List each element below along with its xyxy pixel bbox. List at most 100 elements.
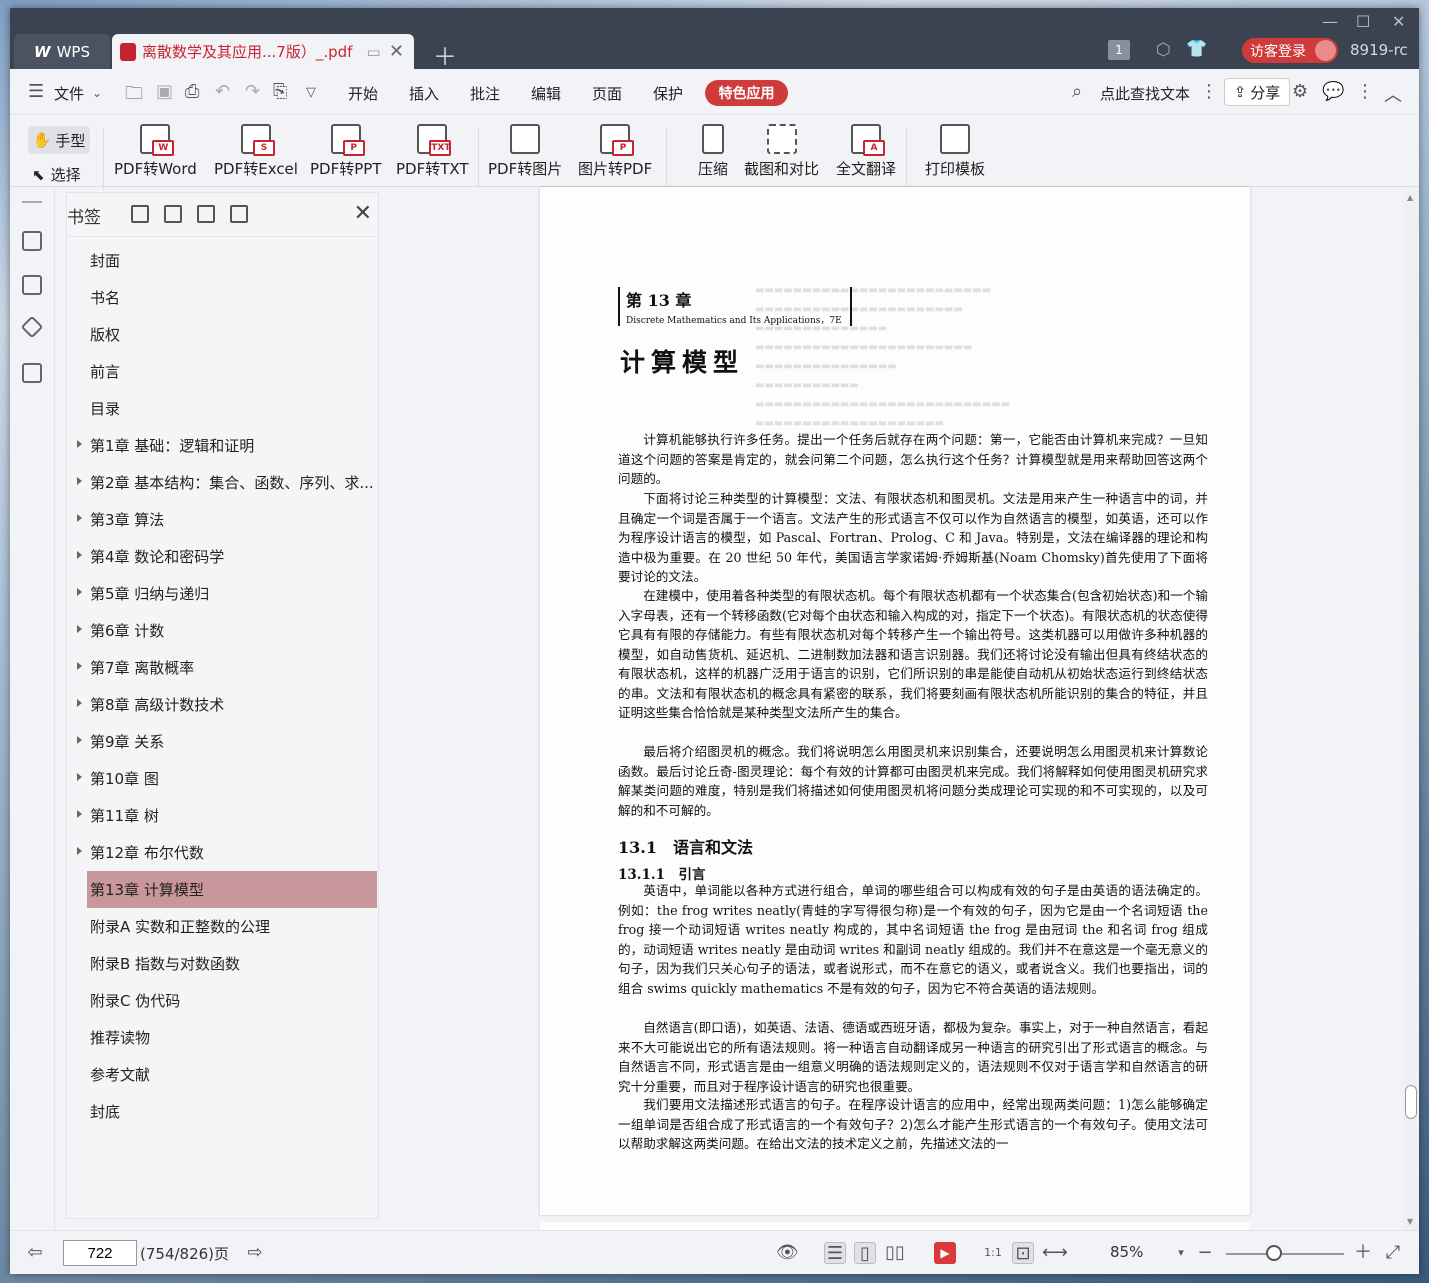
document-tab[interactable]: 离散数学及其应用...7版）_.pdf ▭ ✕ — [112, 34, 414, 69]
expand-arrow-icon[interactable] — [77, 551, 82, 559]
select-tool-button[interactable]: ⬉ 选择 — [32, 164, 81, 185]
close-tab-icon[interactable]: ✕ — [389, 41, 404, 62]
zoom-dropdown-icon[interactable]: ▾ — [1170, 1242, 1192, 1264]
bookmark-item[interactable]: 第6章 计数 — [67, 612, 378, 649]
play-icon[interactable]: ▶ — [934, 1242, 956, 1264]
skin-shirt-icon[interactable]: 👕 — [1186, 39, 1207, 59]
pdf-to-word-button[interactable]: W PDF转Word — [114, 124, 197, 179]
print-template-button[interactable]: 打印模板 — [925, 124, 985, 179]
bookmark-item[interactable]: 封底 — [67, 1093, 378, 1130]
menu-protect[interactable]: 保护 — [653, 83, 683, 104]
scroll-thumb[interactable] — [1405, 1085, 1417, 1119]
bookmark-list-icon[interactable] — [22, 231, 42, 251]
expand-arrow-icon[interactable] — [77, 773, 82, 781]
expand-arrow-icon[interactable] — [77, 588, 82, 596]
bookmark-item[interactable]: 书名 — [67, 279, 378, 316]
hexagon-icon[interactable]: ⬡ — [1156, 40, 1171, 60]
zoom-level[interactable]: 85% — [1110, 1243, 1143, 1261]
single-page-icon[interactable]: ▯ — [854, 1242, 876, 1264]
bookmark-options-icon[interactable] — [230, 205, 248, 223]
screen-icon[interactable]: ▭ — [366, 43, 380, 61]
bookmark-item[interactable]: 第1章 基础：逻辑和证明 — [67, 427, 378, 464]
screenshot-compare-button[interactable]: 截图和对比 — [744, 124, 819, 179]
collapse-ribbon-icon[interactable]: ︿ — [1384, 81, 1402, 107]
bookmark-item[interactable]: 目录 — [67, 390, 378, 427]
maximize-icon[interactable]: ☐ — [1356, 12, 1370, 31]
menu-insert[interactable]: 插入 — [409, 83, 439, 104]
expand-arrow-icon[interactable] — [77, 440, 82, 448]
bookmark-item[interactable]: 第2章 基本结构：集合、函数、序列、求... — [67, 464, 378, 501]
two-page-icon[interactable]: ▯▯ — [884, 1242, 906, 1264]
open-folder-icon[interactable]: 🗀 — [125, 81, 143, 111]
bookmark-item[interactable]: 封面 — [67, 242, 378, 279]
zoom-in-icon[interactable]: ＋ — [1352, 1242, 1374, 1264]
collapse-all-icon[interactable] — [197, 205, 215, 223]
annotation-icon[interactable] — [20, 315, 44, 339]
zoom-slider-track[interactable] — [1226, 1253, 1344, 1255]
bookmark-item[interactable]: 第4章 数论和密码学 — [67, 538, 378, 575]
page-number-input[interactable] — [63, 1240, 137, 1266]
fit-page-icon[interactable]: ⊡ — [1012, 1242, 1034, 1264]
close-window-icon[interactable]: ✕ — [1392, 12, 1405, 31]
bookmark-item[interactable]: 附录B 指数与对数函数 — [67, 945, 378, 982]
print-icon[interactable]: ⎙ — [185, 81, 199, 102]
share-button[interactable]: ⇪ 分享 — [1224, 78, 1290, 106]
pdf-to-image-button[interactable]: PDF转图片 — [488, 124, 562, 179]
bookmark-item[interactable]: 第13章 计算模型 — [87, 871, 377, 908]
next-page-icon[interactable]: ⇨ — [244, 1242, 266, 1264]
login-button[interactable]: 访客登录 — [1242, 38, 1338, 63]
fullscreen-icon[interactable]: ⤢ — [1382, 1242, 1404, 1264]
previous-page-icon[interactable]: ⇦ — [24, 1242, 46, 1264]
expand-arrow-icon[interactable] — [77, 699, 82, 707]
pdf-to-excel-button[interactable]: S PDF转Excel — [214, 124, 298, 179]
expand-all-icon[interactable] — [164, 205, 182, 223]
wps-home-tab[interactable]: W WPS — [14, 34, 110, 69]
document-view[interactable]: ▬▬▬▬▬▬▬▬▬▬▬▬▬▬▬▬▬▬▬▬▬▬▬▬▬ ▬▬▬▬▬▬▬▬▬▬▬▬▬▬▬… — [390, 187, 1398, 1242]
vertical-scrollbar[interactable]: ▲ ▼ — [1403, 187, 1419, 1230]
signature-icon[interactable] — [22, 363, 42, 383]
more-icon[interactable]: ⋮ — [1356, 81, 1374, 102]
expand-arrow-icon[interactable] — [77, 477, 82, 485]
add-bookmark-icon[interactable] — [131, 205, 149, 223]
expand-arrow-icon[interactable] — [77, 662, 82, 670]
expand-arrow-icon[interactable] — [77, 810, 82, 818]
redo-icon[interactable]: ↷ — [245, 81, 260, 102]
menu-annotate[interactable]: 批注 — [470, 83, 500, 104]
bookmark-item[interactable]: 第3章 算法 — [67, 501, 378, 538]
eye-protection-icon[interactable]: 👁 — [776, 1242, 799, 1264]
expand-arrow-icon[interactable] — [77, 847, 82, 855]
bookmark-item[interactable]: 第12章 布尔代数 — [67, 834, 378, 871]
menu-start[interactable]: 开始 — [348, 83, 378, 104]
bookmark-item[interactable]: 前言 — [67, 353, 378, 390]
actual-size-icon[interactable]: 1:1 — [982, 1242, 1004, 1264]
bookmark-item[interactable]: 第10章 图 — [67, 760, 378, 797]
bookmark-item[interactable]: 版权 — [67, 316, 378, 353]
undo-icon[interactable]: ↶ — [215, 81, 230, 102]
menu-edit[interactable]: 编辑 — [531, 83, 561, 104]
bookmark-item[interactable]: 附录C 伪代码 — [67, 982, 378, 1019]
bookmark-item[interactable]: 附录A 实数和正整数的公理 — [67, 908, 378, 945]
close-panel-icon[interactable]: ✕ — [354, 201, 372, 226]
chevron-down-icon[interactable]: ⌄ — [92, 86, 102, 100]
more-dropdown-icon[interactable]: ▽ — [306, 85, 316, 100]
bookmark-item[interactable]: 第5章 归纳与递归 — [67, 575, 378, 612]
scroll-up-arrow[interactable]: ▲ — [1407, 193, 1413, 202]
bookmark-item[interactable]: 第8章 高级计数技术 — [67, 686, 378, 723]
zoom-out-icon[interactable]: − — [1194, 1242, 1216, 1264]
file-menu[interactable]: 文件 — [54, 83, 84, 104]
pdf-to-ppt-button[interactable]: P PDF转PPT — [310, 124, 381, 179]
comment-icon[interactable]: 💬 — [1322, 81, 1344, 102]
hand-tool-button[interactable]: ✋ 手型 — [28, 126, 90, 154]
translate-button[interactable]: A 全文翻译 — [836, 124, 896, 179]
expand-arrow-icon[interactable] — [77, 514, 82, 522]
compress-button[interactable]: 压缩 — [698, 124, 728, 179]
bookmark-item[interactable]: 第9章 关系 — [67, 723, 378, 760]
minimize-icon[interactable]: — — [1322, 12, 1338, 31]
search-icon[interactable]: ⌕ — [1072, 81, 1082, 102]
expand-arrow-icon[interactable] — [77, 736, 82, 744]
zoom-slider-knob[interactable] — [1266, 1245, 1282, 1261]
fit-width-icon[interactable]: ⟷ — [1042, 1242, 1068, 1264]
hamburger-menu-icon[interactable]: ☰ — [28, 81, 44, 102]
gear-icon[interactable]: ⚙ — [1292, 81, 1308, 102]
menu-special-apps[interactable]: 特色应用 — [705, 80, 788, 106]
